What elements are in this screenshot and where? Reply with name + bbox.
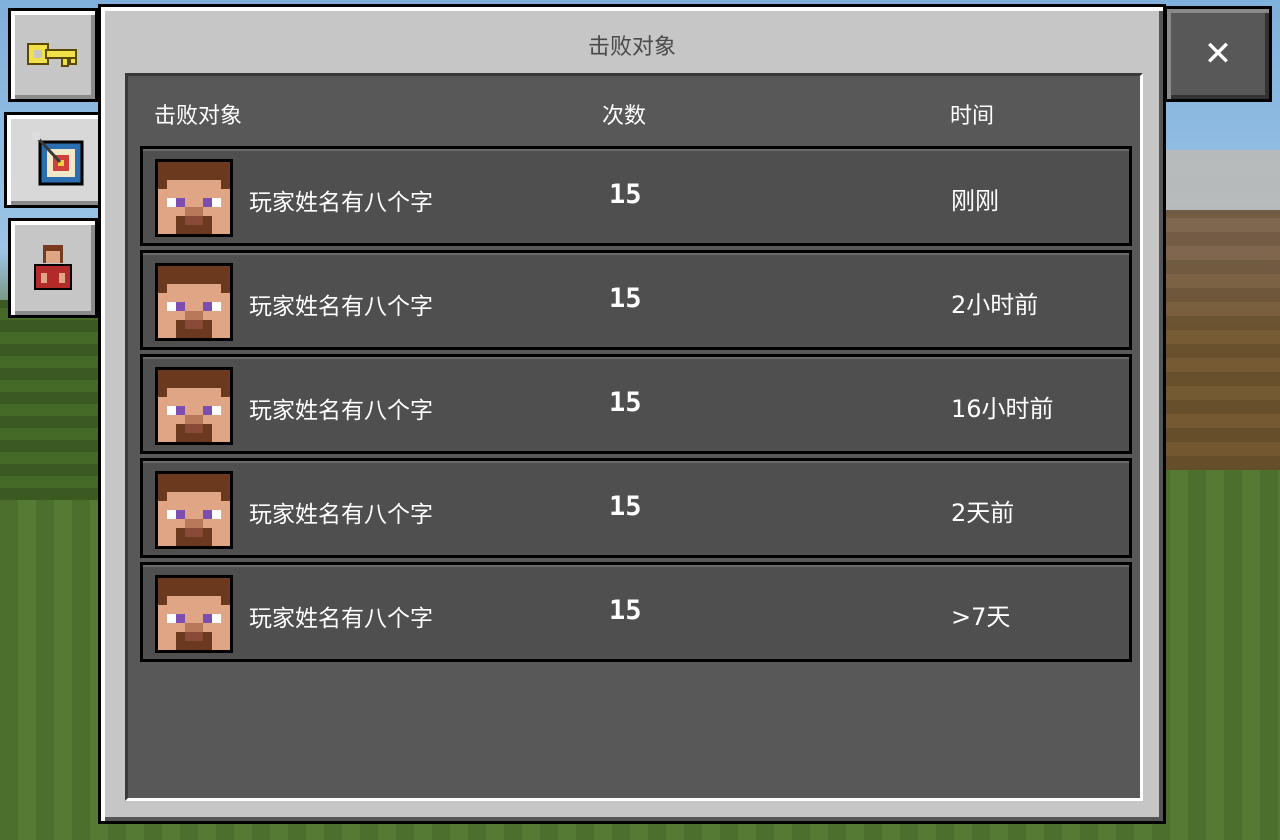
- player-name: 玩家姓名有八个字: [249, 606, 433, 632]
- avatar: [155, 159, 233, 237]
- defeated-list-container: 击败对象 次数 时间 玩家姓名有八个字 15 刚刚 玩家姓名有八个字 15 2小…: [125, 73, 1143, 801]
- player-name: 玩家姓名有八个字: [249, 294, 433, 320]
- defeat-time: 2天前: [951, 499, 1015, 527]
- defeat-count: 15: [609, 283, 642, 314]
- defeat-count: 15: [609, 491, 642, 522]
- tab-key[interactable]: [8, 8, 98, 102]
- list-item[interactable]: 玩家姓名有八个字 15 16小时前: [140, 354, 1132, 454]
- avatar: [155, 471, 233, 549]
- column-header-target: 击败对象: [154, 104, 243, 129]
- player-name: 玩家姓名有八个字: [249, 190, 433, 216]
- column-header-count: 次数: [602, 104, 647, 129]
- target-icon: [31, 132, 83, 186]
- player-icon: [34, 245, 72, 290]
- tab-player[interactable]: [8, 218, 98, 318]
- close-icon: ✕: [1203, 34, 1233, 74]
- list-item[interactable]: 玩家姓名有八个字 15 >7天: [140, 562, 1132, 662]
- defeat-count: 15: [609, 595, 642, 626]
- defeated-panel: 击败对象 击败对象 次数 时间 玩家姓名有八个字 15 刚刚 玩家姓名有八个字 …: [98, 4, 1166, 824]
- defeat-time: 2小时前: [951, 291, 1039, 319]
- page-title: 击败对象: [587, 35, 676, 60]
- defeat-time: 刚刚: [951, 187, 999, 215]
- list-item[interactable]: 玩家姓名有八个字 15 2天前: [140, 458, 1132, 558]
- column-header-time: 时间: [950, 104, 995, 129]
- list-item[interactable]: 玩家姓名有八个字 15 刚刚: [140, 146, 1132, 246]
- defeat-count: 15: [609, 179, 642, 210]
- defeat-time: >7天: [951, 603, 1011, 631]
- background-trees: [0, 300, 100, 500]
- avatar: [155, 367, 233, 445]
- avatar: [155, 263, 233, 341]
- defeated-list: 玩家姓名有八个字 15 刚刚 玩家姓名有八个字 15 2小时前 玩家姓名有八个字…: [140, 146, 1132, 666]
- tab-defeated[interactable]: [4, 112, 112, 208]
- close-button[interactable]: ✕: [1164, 6, 1272, 102]
- avatar: [155, 575, 233, 653]
- defeat-count: 15: [609, 387, 642, 418]
- player-name: 玩家姓名有八个字: [249, 502, 433, 528]
- key-icon: [27, 43, 77, 67]
- list-item[interactable]: 玩家姓名有八个字 15 2小时前: [140, 250, 1132, 350]
- player-name: 玩家姓名有八个字: [249, 398, 433, 424]
- defeat-time: 16小时前: [951, 395, 1054, 423]
